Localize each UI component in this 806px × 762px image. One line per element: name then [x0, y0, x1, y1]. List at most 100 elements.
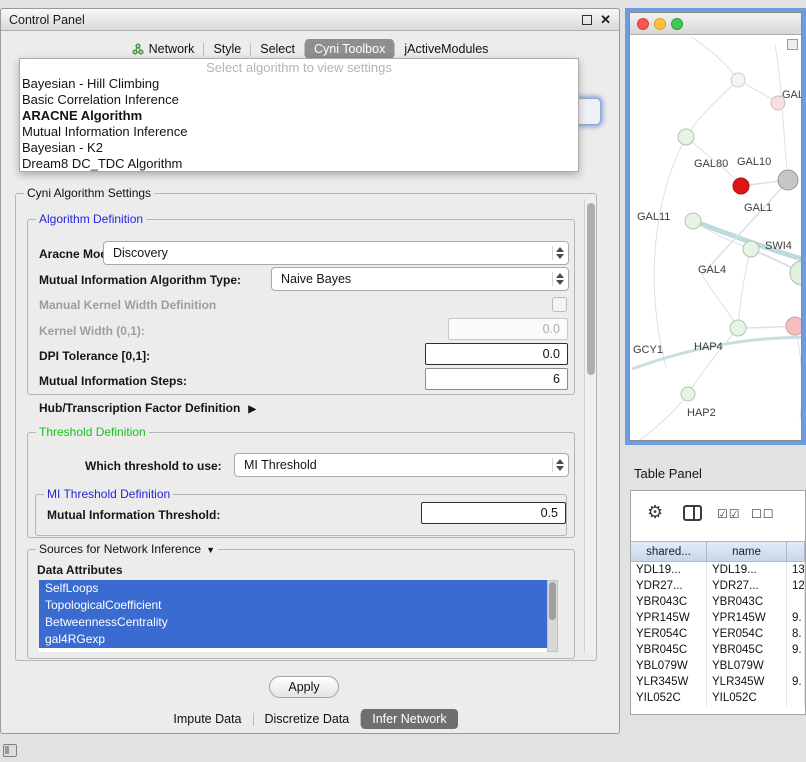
dpi-tolerance-label: DPI Tolerance [0,1]:	[39, 349, 150, 363]
table-cell: YDL19...	[631, 562, 707, 578]
table-cell: YIL052C	[631, 690, 707, 706]
network-edge	[688, 328, 738, 394]
table-row[interactable]: YER054CYER054C8.	[631, 626, 805, 642]
mi-type-value: Naive Bayes	[281, 272, 351, 286]
tab-discretize-data[interactable]: Discretize Data	[254, 709, 361, 729]
settings-scrollbar[interactable]	[584, 199, 596, 653]
network-canvas[interactable]: GALGAL80GAL10GAL11GAL1SWI4GAL4GCY1HAP4HA…	[632, 37, 801, 440]
gear-icon[interactable]: ⚙	[647, 502, 663, 523]
algorithm-popup-placeholder: Select algorithm to view settings	[20, 59, 578, 76]
table-cell: YLR345W	[707, 674, 787, 690]
close-traffic-light[interactable]	[637, 18, 649, 30]
tab-style[interactable]: Style	[204, 39, 250, 59]
table-row[interactable]: YPR145WYPR145W9.	[631, 610, 805, 626]
tab-infer-network[interactable]: Infer Network	[361, 709, 457, 729]
network-view-window: GALGAL80GAL10GAL11GAL1SWI4GAL4GCY1HAP4HA…	[625, 8, 806, 445]
table-row[interactable]: YDL19...YDL19...13	[631, 562, 805, 578]
dpi-tolerance-field[interactable]	[425, 343, 568, 365]
attribute-list-item[interactable]: gal4RGexp	[39, 631, 547, 648]
node-label: HAP2	[687, 407, 716, 419]
column-header-shared-name[interactable]: shared...	[631, 542, 707, 561]
network-node[interactable]	[681, 387, 695, 401]
algorithm-option[interactable]: Mutual Information Inference	[20, 124, 578, 140]
table-row[interactable]: YBR043CYBR043C	[631, 594, 805, 610]
close-icon[interactable]: ✕	[600, 12, 611, 28]
columns-icon[interactable]	[683, 505, 702, 521]
algorithm-option[interactable]: Bayesian - K2	[20, 140, 578, 156]
node-label: GAL1	[744, 202, 772, 214]
minimized-panel-icon[interactable]	[3, 744, 17, 757]
column-header-name[interactable]: name	[707, 542, 787, 561]
tab-network-label: Network	[149, 42, 195, 56]
algorithm-option[interactable]: Dream8 DC_TDC Algorithm	[20, 156, 578, 172]
zoom-traffic-light[interactable]	[671, 18, 683, 30]
table-cell: 9.	[787, 674, 805, 690]
network-edge	[686, 80, 738, 137]
table-row[interactable]: YIL052CYIL052C	[631, 690, 805, 706]
data-attributes-list[interactable]: SelfLoopsTopologicalCoefficientBetweenne…	[39, 580, 547, 652]
tab-cyni-toolbox[interactable]: Cyni Toolbox	[305, 39, 394, 59]
select-all-rows-icon[interactable]: ☑☑	[717, 507, 741, 521]
settings-scrollbar-thumb[interactable]	[587, 203, 595, 375]
network-edge	[795, 326, 801, 419]
network-node[interactable]	[778, 170, 798, 190]
network-node[interactable]	[678, 129, 694, 145]
combo-arrows-icon	[552, 458, 564, 472]
kernel-width-field[interactable]	[448, 318, 568, 340]
mi-steps-field[interactable]	[425, 368, 568, 390]
sources-group-title[interactable]: Sources for Network Inference▼	[36, 542, 218, 556]
network-edge	[738, 249, 751, 328]
table-row[interactable]: YBR045CYBR045C9.	[631, 642, 805, 658]
mi-type-combobox[interactable]: Naive Bayes	[271, 267, 569, 291]
tab-network[interactable]: Network	[123, 39, 204, 59]
data-attributes-label: Data Attributes	[37, 563, 123, 577]
network-view-titlebar[interactable]	[630, 13, 801, 35]
column-header-extra[interactable]	[787, 542, 805, 561]
node-label: GAL	[782, 89, 801, 101]
control-panel-titlebar[interactable]: Control Panel ✕	[1, 9, 619, 31]
manual-kernel-checkbox[interactable]	[552, 297, 567, 312]
tab-impute-data[interactable]: Impute Data	[162, 709, 252, 729]
node-label: GAL80	[694, 158, 728, 170]
apply-button[interactable]: Apply	[269, 676, 339, 698]
network-node[interactable]	[685, 213, 701, 229]
attribute-list-scrollbar-thumb[interactable]	[549, 582, 556, 620]
tab-select[interactable]: Select	[251, 39, 304, 59]
algorithm-definition-title: Algorithm Definition	[36, 212, 146, 226]
attribute-list-item[interactable]: BetweennessCentrality	[39, 614, 547, 631]
algorithm-option[interactable]: Bayesian - Hill Climbing	[20, 76, 578, 92]
network-node[interactable]	[743, 241, 759, 257]
network-canvas-area[interactable]: GALGAL80GAL10GAL11GAL1SWI4GAL4GCY1HAP4HA…	[630, 35, 801, 440]
table-row[interactable]: YDR27...YDR27...12	[631, 578, 805, 594]
network-node[interactable]	[786, 317, 801, 335]
attribute-list-scrollbar[interactable]	[547, 580, 558, 652]
network-node[interactable]	[730, 320, 746, 336]
minimize-traffic-light[interactable]	[654, 18, 666, 30]
which-threshold-label: Which threshold to use:	[85, 459, 222, 473]
sources-title-text: Sources for Network Inference	[39, 542, 201, 556]
attribute-list-item[interactable]: SelfLoops	[39, 580, 547, 597]
which-threshold-combobox[interactable]: MI Threshold	[234, 453, 569, 477]
combo-arrows-icon	[552, 246, 564, 260]
network-node[interactable]	[733, 178, 749, 194]
deselect-all-rows-icon[interactable]: ☐☐	[751, 507, 775, 521]
control-panel-title: Control Panel	[9, 13, 85, 27]
mi-threshold-field[interactable]	[421, 502, 566, 524]
float-window-icon[interactable]	[582, 15, 592, 25]
table-row[interactable]: YLR345WYLR345W9.	[631, 674, 805, 690]
hub-definition-toggle[interactable]: Hub/Transcription Factor Definition▶	[39, 401, 256, 415]
algorithm-option[interactable]: Basic Correlation Inference	[20, 92, 578, 108]
aracne-mode-combobox[interactable]: Discovery	[103, 241, 569, 265]
algorithm-option[interactable]: ARACNE Algorithm	[20, 108, 578, 124]
table-body: YDL19...YDL19...13YDR27...YDR27...12YBR0…	[631, 562, 805, 714]
table-cell: YBL079W	[707, 658, 787, 674]
table-row[interactable]: YBL079WYBL079W	[631, 658, 805, 674]
tab-jactivemodules[interactable]: jActiveModules	[395, 39, 497, 59]
table-cell: YER054C	[707, 626, 787, 642]
network-node[interactable]	[731, 73, 745, 87]
network-node[interactable]	[790, 261, 801, 285]
table-cell: YBL079W	[631, 658, 707, 674]
attribute-list-item[interactable]: TopologicalCoefficient	[39, 597, 547, 614]
table-cell: YPR145W	[631, 610, 707, 626]
canvas-corner-widget[interactable]	[787, 39, 798, 50]
